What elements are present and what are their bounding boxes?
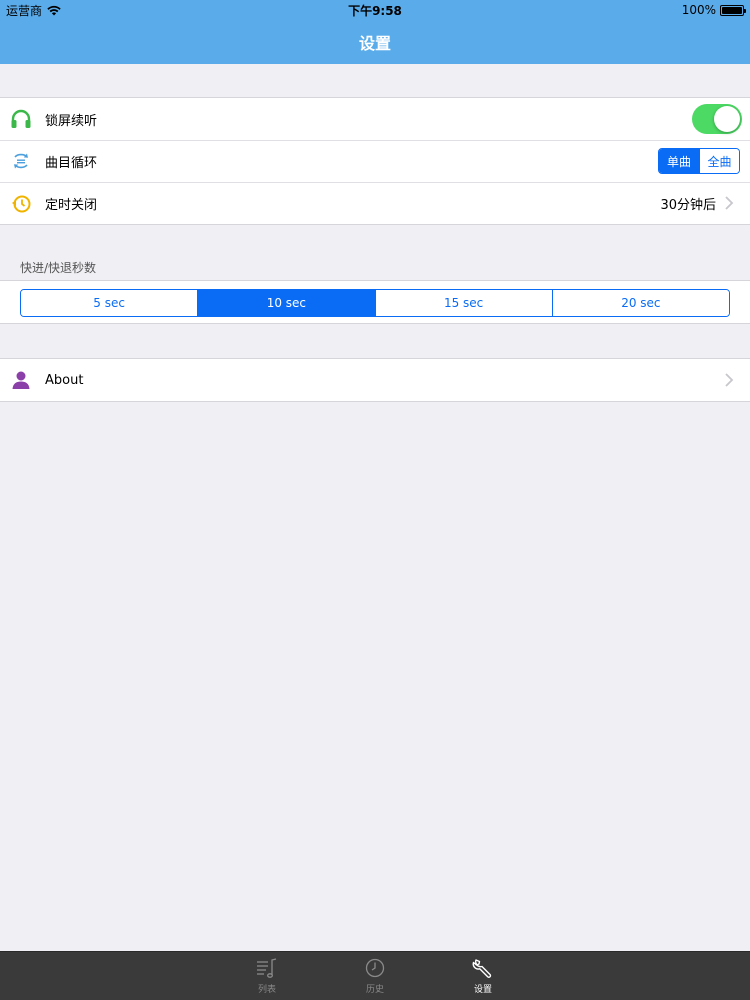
tab-bar: 列表 历史 设置 — [0, 951, 750, 1000]
tab-list[interactable]: 列表 — [213, 952, 321, 1000]
lock-screen-toggle[interactable] — [692, 104, 742, 134]
row-timer[interactable]: 定时关闭 30分钟后 — [0, 182, 750, 224]
loop-label: 曲目循环 — [45, 155, 98, 171]
wrench-icon — [472, 959, 492, 978]
nav-bar: 设置 — [0, 20, 750, 64]
clock-icon — [365, 958, 385, 978]
loop-option-all[interactable]: 全曲 — [699, 149, 739, 173]
wifi-icon — [47, 5, 61, 15]
about-label: About — [45, 372, 84, 388]
battery-fill — [722, 6, 742, 14]
row-loop: 曲目循环 单曲 全曲 — [0, 140, 750, 182]
seek-option-20[interactable]: 20 sec — [551, 290, 729, 316]
status-bar: 运营商 下午9:58 100% — [0, 0, 750, 20]
chevron-right-icon — [725, 196, 734, 210]
tab-list-label: 列表 — [257, 985, 276, 995]
headphones-icon — [10, 108, 32, 130]
seek-option-15[interactable]: 15 sec — [374, 290, 552, 316]
seek-option-5[interactable]: 5 sec — [21, 290, 198, 316]
battery-icon — [720, 4, 746, 16]
loop-segmented-control: 单曲 全曲 — [658, 148, 740, 174]
settings-group-playback: 锁屏续听 曲目循环 单曲 全曲 定时关闭 30分钟后 — [0, 97, 750, 225]
timer-icon — [10, 192, 32, 214]
status-time: 下午9:58 — [348, 3, 402, 18]
row-about[interactable]: About — [0, 359, 750, 401]
page-title: 设置 — [358, 34, 391, 53]
timer-label: 定时关闭 — [45, 197, 98, 213]
tab-settings-label: 设置 — [473, 985, 492, 995]
lock-screen-label: 锁屏续听 — [45, 113, 98, 129]
battery-percent: 100% — [681, 3, 716, 17]
seek-option-10[interactable]: 10 sec — [197, 290, 375, 316]
person-icon — [10, 369, 32, 391]
repeat-icon — [10, 150, 32, 172]
carrier-label: 运营商 — [6, 3, 43, 18]
toggle-knob — [714, 106, 740, 132]
status-left: 运营商 — [6, 2, 61, 19]
loop-option-single[interactable]: 单曲 — [659, 149, 699, 173]
seek-section-header: 快进/快退秒数 — [20, 261, 97, 275]
music-list-icon — [257, 958, 277, 978]
tab-history-label: 历史 — [365, 985, 384, 995]
tab-history[interactable]: 历史 — [321, 952, 429, 1000]
row-lock-screen: 锁屏续听 — [0, 98, 750, 140]
tab-settings[interactable]: 设置 — [429, 952, 537, 1000]
chevron-right-icon — [725, 373, 734, 387]
timer-value: 30分钟后 — [660, 197, 716, 213]
settings-group-about: About — [0, 358, 750, 402]
status-right: 100% — [681, 3, 746, 17]
seek-segmented-control: 5 sec 10 sec 15 sec 20 sec — [20, 289, 730, 317]
